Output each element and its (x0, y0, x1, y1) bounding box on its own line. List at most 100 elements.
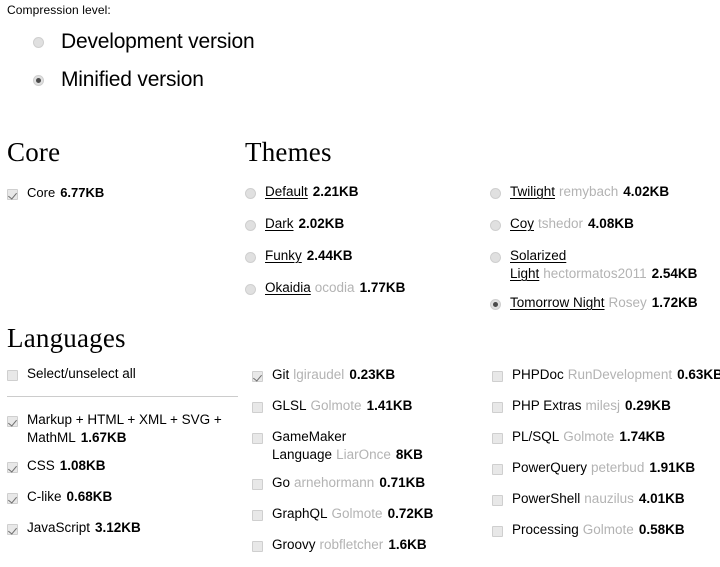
radio-wrap[interactable] (245, 247, 256, 268)
checkbox-wrap[interactable] (252, 474, 263, 495)
checkbox-wrap[interactable] (252, 505, 263, 526)
language-option-row[interactable]: PHP Extras milesj 0.29KB (492, 397, 713, 418)
option-name-link[interactable]: Dark (265, 216, 294, 231)
language-option-row[interactable]: Processing Golmote 0.58KB (492, 521, 713, 542)
radio-icon[interactable] (245, 220, 256, 231)
option-name-link[interactable]: Twilight (510, 184, 555, 199)
language-option-row[interactable]: Go arnehormann 0.71KB (252, 474, 492, 495)
radio-wrap[interactable] (245, 183, 256, 204)
checkbox-icon[interactable] (492, 402, 503, 413)
radio-icon-selected[interactable] (490, 299, 501, 310)
option-name-link[interactable]: Tomorrow Night (510, 295, 605, 310)
checkbox-wrap[interactable] (252, 397, 263, 418)
checkbox-wrap[interactable] (252, 428, 263, 449)
option-text: Go arnehormann 0.71KB (272, 474, 425, 492)
language-option-row[interactable]: Git lgiraudel 0.23KB (252, 366, 492, 387)
language-option-row[interactable]: PL/SQL Golmote 1.74KB (492, 428, 713, 449)
option-size: 2.21KB (312, 184, 359, 199)
checkbox-icon[interactable] (492, 495, 503, 506)
language-option-row[interactable]: CSS 1.08KB (7, 457, 252, 478)
theme-option-row[interactable]: Funky 2.44KB (245, 247, 490, 268)
checkbox-icon[interactable] (252, 402, 263, 413)
radio-icon[interactable] (490, 188, 501, 199)
language-option-row[interactable]: JavaScript 3.12KB (7, 519, 252, 540)
select-unselect-all-checkbox-wrap[interactable] (7, 365, 18, 386)
checkbox-icon-checked[interactable] (7, 524, 18, 535)
radio-icon[interactable] (490, 252, 501, 263)
radio-icon[interactable] (245, 284, 256, 295)
language-option-row[interactable]: GraphQL Golmote 0.72KB (252, 505, 492, 526)
checkbox-icon-checked[interactable] (7, 416, 18, 427)
checkbox-icon[interactable] (252, 479, 263, 490)
radio-icon[interactable] (490, 220, 501, 231)
checkbox-wrap[interactable] (252, 366, 263, 387)
radio-wrap[interactable] (490, 183, 501, 204)
checkbox-icon-checked[interactable] (7, 462, 18, 473)
checkbox-icon[interactable] (492, 526, 503, 537)
theme-option-row[interactable]: Twilight remybach 4.02KB (490, 183, 712, 204)
option-size: 0.63KB (677, 367, 720, 382)
radio-wrap[interactable] (490, 294, 501, 315)
checkbox-wrap[interactable] (7, 488, 18, 509)
checkbox-wrap[interactable] (7, 411, 18, 432)
radio-wrap[interactable] (245, 279, 256, 300)
radio-icon[interactable] (245, 188, 256, 199)
language-option-row[interactable]: GLSL Golmote 1.41KB (252, 397, 492, 418)
checkbox-icon-checked[interactable] (7, 493, 18, 504)
option-name-link[interactable]: Okaidia (265, 280, 311, 295)
checkbox-wrap[interactable] (252, 536, 263, 557)
option-name: PowerQuery (512, 460, 588, 475)
checkbox-wrap[interactable] (492, 459, 503, 480)
checkbox-wrap[interactable] (7, 519, 18, 540)
languages-columns: Select/unselect all Markup + HTML + XML … (7, 365, 720, 567)
option-author: remybach (559, 184, 619, 199)
radio-icon-selected[interactable] (33, 74, 44, 86)
language-option-row[interactable]: Groovy robfletcher 1.6KB (252, 536, 492, 557)
checkbox-wrap[interactable] (492, 366, 503, 387)
option-name-link[interactable]: Default (265, 184, 308, 199)
checkbox-wrap[interactable] (492, 490, 503, 511)
core-option-row[interactable]: Core 6.77KB (7, 184, 237, 205)
option-name-link[interactable]: Funky (265, 248, 302, 263)
option-size: 1.74KB (619, 429, 666, 444)
checkbox-wrap[interactable] (492, 521, 503, 542)
language-option-row[interactable]: GameMaker Language LiarOnce 8KB (252, 428, 492, 464)
option-name-link[interactable]: Coy (510, 216, 534, 231)
theme-option-row[interactable]: Okaidia ocodia 1.77KB (245, 279, 490, 300)
checkbox-icon-checked[interactable] (252, 371, 263, 382)
theme-option-row[interactable]: Tomorrow Night Rosey 1.72KB (490, 294, 712, 315)
option-size: 8KB (395, 447, 423, 462)
compression-level-option[interactable]: Development version (7, 29, 707, 55)
radio-wrap[interactable] (490, 215, 501, 236)
checkbox-icon[interactable] (492, 433, 503, 444)
radio-icon[interactable] (245, 252, 256, 263)
radio-wrap[interactable] (245, 215, 256, 236)
checkbox-icon[interactable] (492, 464, 503, 475)
theme-option-row[interactable]: Default 2.21KB (245, 183, 490, 204)
radio-wrap[interactable] (490, 247, 501, 268)
language-option-row[interactable]: PHPDoc RunDevelopment 0.63KB (492, 366, 720, 387)
select-unselect-all-row[interactable]: Select/unselect all (7, 365, 252, 386)
checkbox-icon[interactable] (252, 510, 263, 521)
option-size: 2.54KB (651, 266, 698, 281)
checkbox-icon[interactable] (252, 541, 263, 552)
radio-icon[interactable] (33, 36, 44, 48)
theme-option-row[interactable]: Solarized Light hectormatos2011 2.54KB (490, 247, 712, 283)
language-option-row[interactable]: PowerShell nauzilus 4.01KB (492, 490, 713, 511)
language-option-row[interactable]: PowerQuery peterbud 1.91KB (492, 459, 713, 480)
checkbox-icon[interactable] (492, 371, 503, 382)
theme-option-row[interactable]: Coy tshedor 4.08KB (490, 215, 712, 236)
language-option-row[interactable]: Markup + HTML + XML + SVG + MathML 1.67KB (7, 411, 252, 447)
checkbox-wrap[interactable] (7, 457, 18, 478)
compression-level-option[interactable]: Minified version (7, 67, 707, 93)
select-unselect-all-checkbox[interactable] (7, 370, 18, 381)
option-text: Okaidia ocodia 1.77KB (265, 279, 405, 297)
checkbox-icon[interactable] (252, 433, 263, 444)
checkbox-wrap[interactable] (492, 397, 503, 418)
checkbox-icon-checked[interactable] (7, 189, 18, 200)
checkbox-wrap[interactable] (7, 184, 18, 205)
languages-heading: Languages (7, 323, 126, 353)
checkbox-wrap[interactable] (492, 428, 503, 449)
language-option-row[interactable]: C-like 0.68KB (7, 488, 252, 509)
theme-option-row[interactable]: Dark 2.02KB (245, 215, 490, 236)
